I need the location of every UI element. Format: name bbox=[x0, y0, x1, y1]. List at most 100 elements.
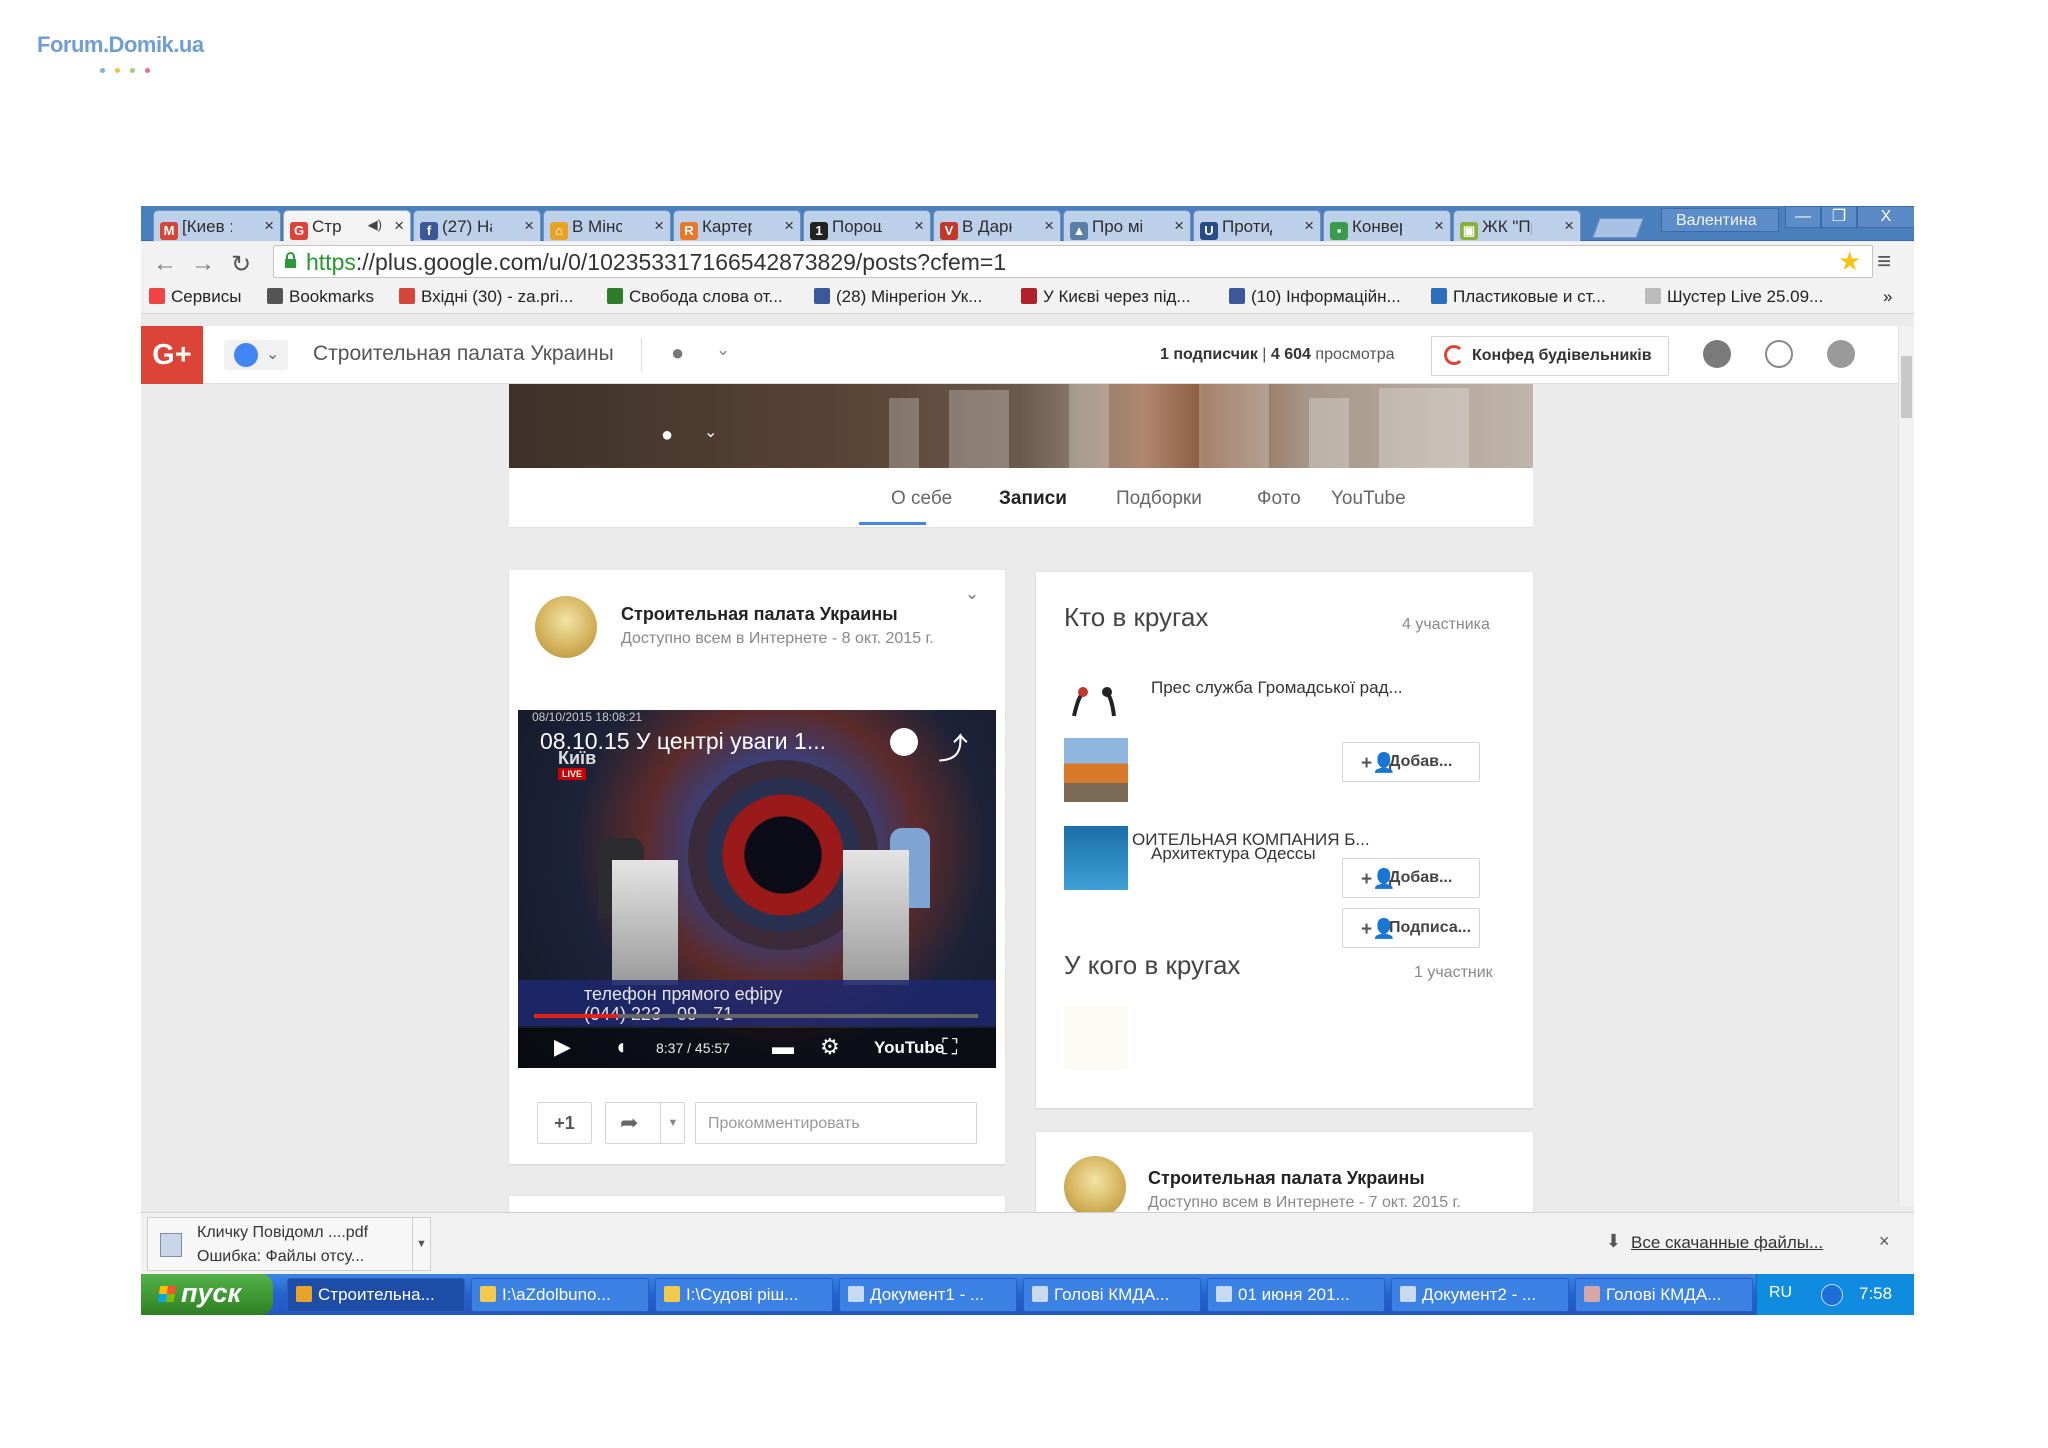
share-icon[interactable]: ⤴ bbox=[938, 724, 968, 768]
profile-user-button[interactable]: Валентина bbox=[1661, 208, 1779, 232]
minimize-button[interactable]: — bbox=[1785, 206, 1821, 228]
member-avatar[interactable] bbox=[1064, 658, 1128, 722]
browser-tab[interactable]: UПротид × bbox=[1193, 210, 1321, 241]
profile-tab[interactable]: Записи bbox=[999, 488, 1067, 510]
close-tab-icon[interactable]: × bbox=[1174, 216, 1184, 236]
notifications-icon[interactable] bbox=[1703, 340, 1731, 368]
back-icon[interactable]: ← bbox=[153, 250, 177, 278]
taskbar-item[interactable]: Документ2 - ... bbox=[1391, 1278, 1569, 1312]
bookmark-star-icon[interactable]: ★ bbox=[1838, 246, 1861, 277]
chevron-down-icon[interactable]: ⌄ bbox=[716, 340, 730, 360]
youtube-logo[interactable]: YouTube bbox=[874, 1038, 944, 1058]
all-downloads-link[interactable]: Все скачанные файлы... bbox=[1631, 1233, 1823, 1253]
bookmark-item[interactable]: (28) Мінрегіон Ук... bbox=[814, 287, 982, 307]
address-bar[interactable]: https://plus.google.com/u/0/102353317166… bbox=[273, 245, 1873, 278]
video-player[interactable]: 08/10/2015 18:08:21 Київ LIVE 08.10.15 У… bbox=[518, 710, 996, 1068]
close-tab-icon[interactable]: × bbox=[1434, 216, 1444, 236]
member-avatar[interactable] bbox=[1064, 738, 1128, 802]
share-dropdown-icon[interactable]: ▼ bbox=[660, 1103, 685, 1143]
author-avatar[interactable] bbox=[1064, 1156, 1126, 1218]
close-tab-icon[interactable]: × bbox=[394, 216, 404, 236]
post-menu-chevron-icon[interactable]: ⌄ bbox=[965, 584, 979, 604]
new-tab-button[interactable] bbox=[1592, 218, 1644, 238]
audio-playing-icon[interactable]: ◀) bbox=[368, 217, 382, 233]
post-date[interactable]: 8 окт. 2015 г. bbox=[842, 630, 934, 647]
browser-tab[interactable]: ▲ Про мі × bbox=[1063, 210, 1191, 241]
taskbar-item[interactable]: Голові КМДА... bbox=[1023, 1278, 1201, 1312]
close-download-shelf-icon[interactable]: × bbox=[1879, 1231, 1890, 1252]
bookmark-item[interactable]: Вхідні (30) - za.pri... bbox=[399, 287, 573, 307]
chevron-down-icon[interactable]: ⌄ bbox=[704, 422, 717, 442]
bookmark-item[interactable]: Сервисы bbox=[149, 287, 241, 307]
member-name[interactable]: Прес служба Громадської рад... bbox=[1151, 678, 1403, 698]
browser-tab[interactable]: R Картер × bbox=[673, 210, 801, 241]
download-item[interactable]: Кличку Повідомл ....pdf Ошибка: Файлы от… bbox=[147, 1217, 431, 1271]
watch-later-icon[interactable] bbox=[890, 728, 918, 756]
comment-input[interactable]: Прокомментировать bbox=[695, 1102, 977, 1144]
browser-tab[interactable]: 1 Порош × bbox=[803, 210, 931, 241]
browser-tab[interactable]: M [Киев : × bbox=[153, 210, 281, 241]
taskbar-item[interactable]: I:\aZdolbuno... bbox=[471, 1278, 649, 1312]
browser-tab[interactable]: f(27) На × bbox=[413, 210, 541, 241]
browser-tab[interactable]: ▣ЖК "Пр × bbox=[1453, 210, 1581, 241]
close-tab-icon[interactable]: × bbox=[524, 216, 534, 236]
close-tab-icon[interactable]: × bbox=[1564, 216, 1574, 236]
member-avatar[interactable] bbox=[1064, 826, 1128, 890]
tray-arrow-icon[interactable] bbox=[1821, 1284, 1843, 1306]
play-icon[interactable]: ▶ bbox=[554, 1034, 571, 1060]
page-scrollbar[interactable] bbox=[1898, 326, 1914, 1206]
taskbar-item[interactable]: Строительна... bbox=[287, 1278, 465, 1312]
profile-tab[interactable]: Фото bbox=[1257, 488, 1301, 510]
post-author[interactable]: Строительная палата Украины bbox=[621, 604, 898, 625]
settings-gear-icon[interactable]: ⚙ bbox=[820, 1034, 840, 1060]
post-date[interactable]: 7 окт. 2015 г. bbox=[1369, 1194, 1461, 1211]
close-tab-icon[interactable]: × bbox=[654, 216, 664, 236]
bookmark-item[interactable]: У Києві через під... bbox=[1021, 287, 1191, 307]
close-tab-icon[interactable]: × bbox=[1044, 216, 1054, 236]
post-author[interactable]: Строительная палата Украины bbox=[1148, 1168, 1425, 1189]
add-to-circles-button[interactable]: +👤 Добав... bbox=[1342, 858, 1480, 898]
bookmark-item[interactable]: Пластиковые и ст... bbox=[1431, 287, 1606, 307]
share-circles-icon[interactable] bbox=[1765, 340, 1793, 368]
profile-tab[interactable]: Подборки bbox=[1116, 488, 1202, 510]
scrollbar-thumb[interactable] bbox=[1901, 356, 1912, 418]
profile-tab[interactable]: YouTube bbox=[1331, 488, 1406, 510]
start-button[interactable]: пуск bbox=[141, 1274, 273, 1315]
cover-location-icon[interactable]: ● bbox=[661, 424, 673, 447]
bookmark-item[interactable]: (10) Інформаційн... bbox=[1229, 287, 1401, 307]
browser-tab[interactable]: ▪Конвер × bbox=[1323, 210, 1451, 241]
author-avatar[interactable] bbox=[535, 596, 597, 658]
browser-tab[interactable]: ⌂ В Мінс × bbox=[543, 210, 671, 241]
fullscreen-icon[interactable]: ⛶ bbox=[942, 1034, 957, 1060]
close-tab-icon[interactable]: × bbox=[264, 216, 274, 236]
taskbar-item[interactable]: 01 июня 201... bbox=[1207, 1278, 1385, 1312]
account-switcher[interactable]: ⌄ bbox=[224, 340, 288, 370]
add-to-circles-button[interactable]: +👤 Добав... bbox=[1342, 742, 1480, 782]
browser-tab[interactable]: VВ Дарн × bbox=[933, 210, 1061, 241]
share-button[interactable]: ➦ ▼ bbox=[605, 1102, 685, 1144]
close-tab-icon[interactable]: × bbox=[784, 216, 794, 236]
download-menu-icon[interactable]: ▼ bbox=[412, 1218, 430, 1270]
close-tab-icon[interactable]: × bbox=[914, 216, 924, 236]
gplus-logo[interactable]: G+ bbox=[141, 326, 203, 384]
restore-button[interactable]: ❐ bbox=[1821, 206, 1857, 228]
company-page-button[interactable]: Конфед будівельників bbox=[1431, 336, 1669, 376]
reload-icon[interactable]: ↻ bbox=[231, 250, 251, 279]
close-tab-icon[interactable]: × bbox=[1304, 216, 1314, 236]
forward-icon[interactable]: → bbox=[191, 250, 215, 278]
profile-tab[interactable]: О себе bbox=[891, 488, 952, 510]
taskbar-item[interactable]: Голові КМДА... bbox=[1575, 1278, 1753, 1312]
browser-tab[interactable]: G Стр ◀) × bbox=[283, 210, 411, 241]
taskbar-item[interactable]: Документ1 - ... bbox=[839, 1278, 1017, 1312]
hangouts-icon[interactable] bbox=[1827, 340, 1855, 368]
language-indicator[interactable]: RU bbox=[1769, 1284, 1792, 1302]
close-window-button[interactable]: X bbox=[1857, 206, 1914, 228]
chrome-menu-icon[interactable]: ≡ bbox=[1877, 248, 1891, 276]
bookmark-item[interactable]: Свобода слова от... bbox=[607, 287, 783, 307]
member-avatar[interactable] bbox=[1064, 1006, 1128, 1070]
video-title[interactable]: 08.10.15 У центрі уваги 1... bbox=[540, 728, 826, 755]
location-pin-icon[interactable]: ● bbox=[671, 340, 684, 366]
volume-icon[interactable]: ◖ bbox=[614, 1034, 627, 1060]
bookmark-item[interactable]: Bookmarks bbox=[267, 287, 374, 307]
bookmarks-overflow[interactable]: » bbox=[1883, 287, 1892, 307]
